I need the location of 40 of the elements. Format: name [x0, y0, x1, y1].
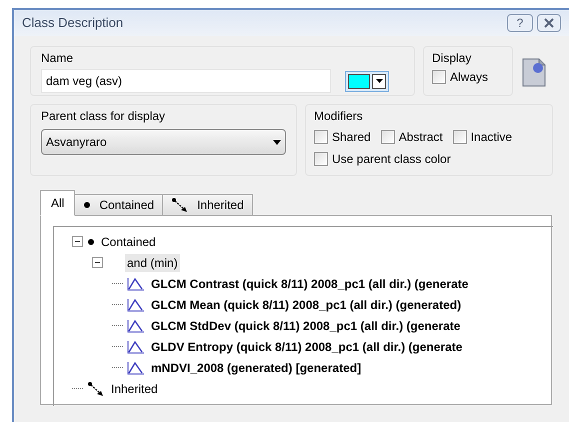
tree-item[interactable]: GLCM Contrast (quick 8/11) 2008_pc1 (all dir.) (generate — [149, 274, 470, 292]
document-icon[interactable] — [521, 56, 547, 88]
arrow-icon — [87, 380, 105, 396]
name-field[interactable]: dam veg (asv) — [41, 69, 331, 93]
checkbox[interactable]: Always — [432, 69, 504, 85]
name-label: Name — [41, 50, 74, 67]
tree-item[interactable]: GLCM Mean (quick 8/11) 2008_pc1 (all dir.) (generated) — [149, 296, 464, 314]
tree-item[interactable]: mNDVI_2008 (generated) [generated] — [149, 358, 364, 376]
curve-icon — [127, 298, 145, 312]
color-picker[interactable] — [345, 70, 389, 92]
collapse-icon[interactable] — [92, 257, 103, 268]
curve-icon — [127, 360, 145, 374]
dot-icon — [83, 201, 92, 209]
checkbox[interactable]: Shared — [314, 129, 371, 145]
display-label: Display — [432, 50, 472, 67]
tree-item[interactable]: Contained — [99, 232, 158, 250]
arrow-icon — [171, 197, 190, 213]
tree-item[interactable]: and (min) — [125, 254, 180, 272]
dropdown-arrow-icon — [273, 140, 281, 144]
tree-item[interactable]: Inherited — [109, 380, 160, 398]
tab[interactable]: Contained — [74, 194, 164, 216]
modifiers-label: Modifiers — [314, 108, 363, 125]
curve-icon — [127, 276, 145, 290]
close-button[interactable] — [537, 14, 561, 32]
tab[interactable]: All — [40, 190, 76, 216]
checkbox[interactable]: Abstract — [380, 129, 443, 145]
checkbox[interactable]: Use parent class color — [314, 151, 550, 167]
collapse-icon[interactable] — [72, 236, 83, 247]
window-title: Class Description — [22, 14, 124, 32]
parent-class-label: Parent class for display — [41, 108, 166, 125]
dot-icon — [87, 238, 95, 246]
checkbox[interactable]: Inactive — [452, 129, 512, 145]
close-icon — [544, 18, 554, 28]
curve-icon — [127, 340, 145, 354]
help-button[interactable]: ? — [507, 14, 533, 32]
tab[interactable]: Inherited — [162, 194, 253, 216]
tree-item[interactable]: GLDV Entropy (quick 8/11) 2008_pc1 (all dir.) (generate — [149, 338, 464, 356]
tree-item[interactable]: GLCM StdDev (quick 8/11) 2008_pc1 (all dir.) (generate — [149, 316, 462, 334]
parent-class-dropdown[interactable]: Asvanyraro — [41, 129, 286, 155]
curve-icon — [127, 318, 145, 332]
